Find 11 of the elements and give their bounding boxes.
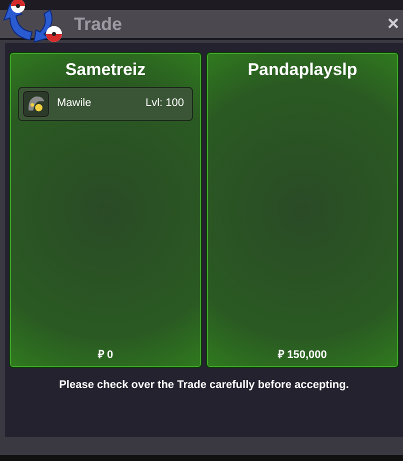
money-amount: ₽ 150,000 xyxy=(276,348,328,362)
trainer-name: Sametreiz xyxy=(64,59,147,81)
money-amount: ₽ 0 xyxy=(96,348,114,362)
pokemon-sprite-icon xyxy=(23,90,49,116)
close-button[interactable]: × xyxy=(387,14,399,34)
pokemon-level: Lvl: 100 xyxy=(145,96,185,112)
pokemon-slot[interactable]: Mawile Lvl: 100 xyxy=(18,86,193,120)
trainer-name: Pandaplayslp xyxy=(246,59,358,81)
window-title: Trade xyxy=(74,12,124,36)
notice-text: Please check over the Trade carefully before accepting. xyxy=(58,378,350,393)
pokemon-name: Mawile xyxy=(57,96,92,112)
